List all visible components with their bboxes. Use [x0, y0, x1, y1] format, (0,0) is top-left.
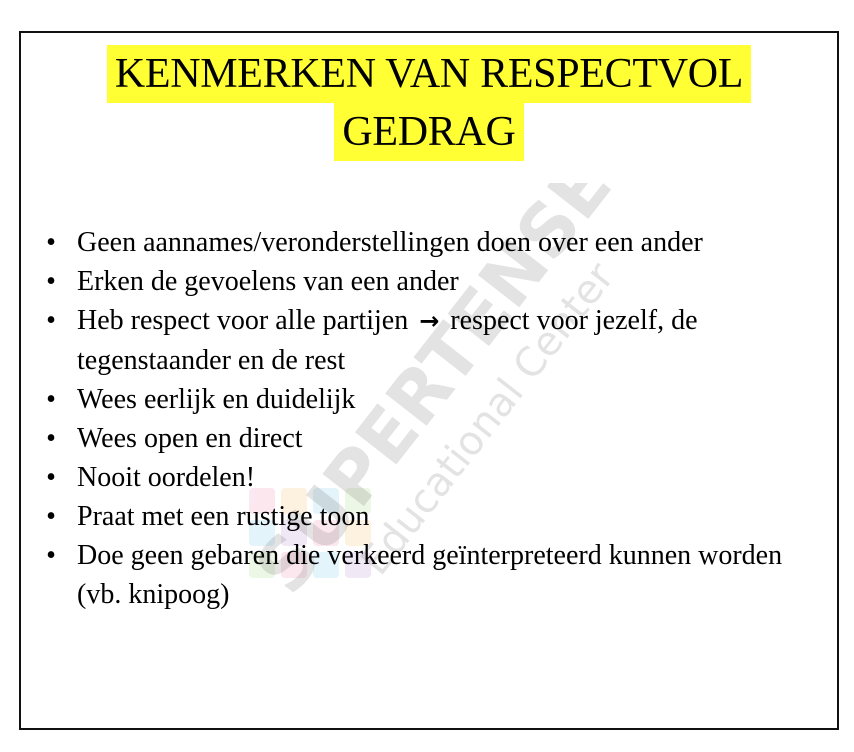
bullet-icon: •	[46, 384, 56, 415]
bullet-icon: •	[46, 540, 56, 571]
arrow-right-icon: →	[419, 307, 440, 335]
list-item: • Praat met een rustige toon	[39, 497, 829, 536]
list-item: • Geen aannames/veronderstellingen doen …	[39, 223, 829, 262]
slide-title: KENMERKEN VAN RESPECTVOL GEDRAG	[21, 45, 837, 161]
list-item-text: Erken de gevoelens van een ander	[77, 266, 459, 297]
bullet-icon: •	[46, 462, 56, 493]
bullet-icon: •	[46, 501, 56, 532]
bullet-icon: •	[46, 423, 56, 454]
slide-frame: SUPERTENSE Educational Center KENMERKEN …	[19, 31, 839, 730]
title-line-2: GEDRAG	[334, 103, 524, 161]
list-item: • Wees eerlijk en duidelijk	[39, 380, 829, 419]
list-item: • Wees open en direct	[39, 419, 829, 458]
title-line-1: KENMERKEN VAN RESPECTVOL	[106, 45, 752, 103]
bullet-icon: •	[46, 266, 56, 297]
list-item: • Heb respect voor alle partijen → respe…	[39, 301, 829, 380]
list-item-text: Wees eerlijk en duidelijk	[77, 384, 356, 415]
list-item: • Nooit oordelen!	[39, 458, 829, 497]
bullet-icon: •	[46, 227, 56, 258]
list-item-text: Geen aannames/veronderstellingen doen ov…	[77, 227, 703, 258]
list-item-text: Wees open en direct	[77, 423, 303, 454]
bullet-list: • Geen aannames/veronderstellingen doen …	[39, 223, 829, 614]
list-item-text: Doe geen gebaren die verkeerd geïnterpre…	[77, 540, 783, 610]
bullet-icon: •	[46, 305, 56, 336]
list-item: • Erken de gevoelens van een ander	[39, 262, 829, 301]
list-item-text: Nooit oordelen!	[77, 462, 256, 493]
list-item-text-before: Heb respect voor alle partijen	[77, 305, 409, 336]
list-item: • Doe geen gebaren die verkeerd geïnterp…	[39, 536, 829, 614]
list-item-text: Praat met een rustige toon	[77, 501, 370, 532]
